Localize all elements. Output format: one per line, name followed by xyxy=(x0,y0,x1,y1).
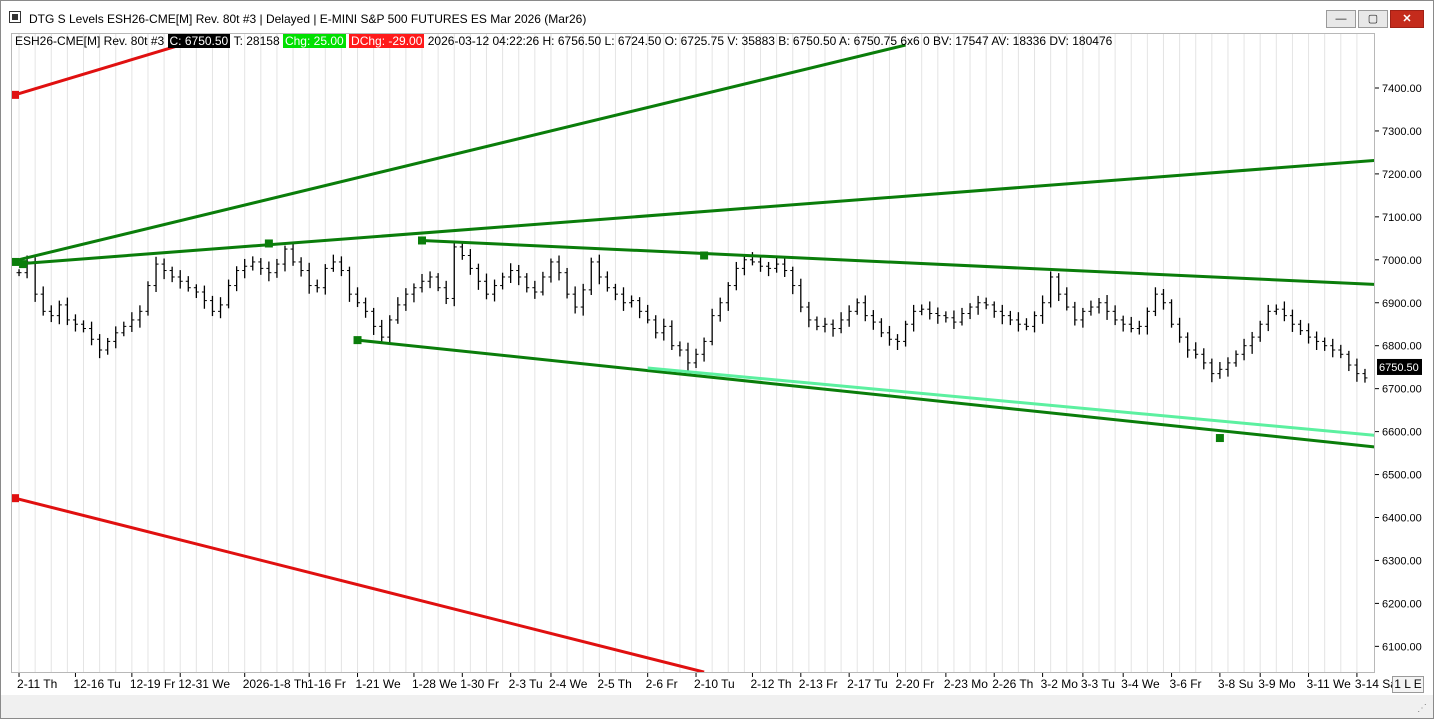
maximize-button[interactable]: ▢ xyxy=(1358,10,1388,28)
window-title: DTG S Levels ESH26-CME[M] Rev. 80t #3 | … xyxy=(29,12,587,26)
bottom-strip: ⋰ xyxy=(1,695,1433,718)
close-button[interactable]: ✕ xyxy=(1390,10,1424,28)
status-details: 2026-03-12 04:22:26 H: 6756.50 L: 6724.5… xyxy=(427,34,1113,48)
close-icon: ✕ xyxy=(1402,13,1412,25)
maximize-icon: ▢ xyxy=(1367,13,1379,25)
status-line: ESH26-CME[M] Rev. 80t #3 C: 6750.50 T: 2… xyxy=(15,34,1112,48)
axis-mode-button[interactable]: 1 L E xyxy=(1392,676,1424,693)
app-icon xyxy=(9,11,21,23)
title-bar[interactable]: DTG S Levels ESH26-CME[M] Rev. 80t #3 | … xyxy=(1,1,1433,33)
minimize-icon: — xyxy=(1335,13,1347,25)
resize-grip-icon[interactable]: ⋰ xyxy=(1417,703,1427,714)
plot-area[interactable] xyxy=(11,33,1375,673)
status-daily-change: DChg: -29.00 xyxy=(349,34,425,48)
chart-window: DTG S Levels ESH26-CME[M] Rev. 80t #3 | … xyxy=(0,0,1434,719)
price-axis[interactable] xyxy=(1376,33,1423,673)
status-change: Chg: 25.00 xyxy=(282,34,346,48)
status-symbol: ESH26-CME[M] Rev. 80t #3 xyxy=(15,34,165,48)
time-axis[interactable] xyxy=(11,673,1423,695)
status-trades: T: 28158 xyxy=(233,34,280,48)
minimize-button[interactable]: — xyxy=(1326,10,1356,28)
status-close: C: 6750.50 xyxy=(167,34,231,48)
